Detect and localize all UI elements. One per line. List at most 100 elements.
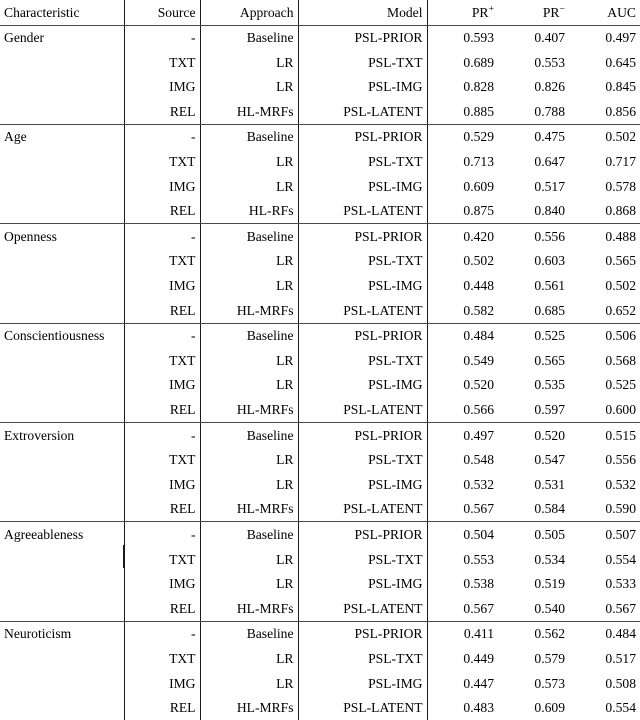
cell-pr-minus: 0.517 xyxy=(534,178,565,194)
cell-pr-minus: 0.609 xyxy=(534,700,565,716)
table-body: Gender - Baseline PSL-PRIOR 0.593 0.407 0.497 T… xyxy=(0,25,640,720)
cell-approach: Baseline xyxy=(200,25,299,51)
cell-pr-minus: 0.519 xyxy=(534,576,565,592)
cell-approach: LR xyxy=(200,348,299,373)
column-header-model: Model xyxy=(298,0,428,26)
cell-pr-minus: 0.565 xyxy=(534,352,565,368)
cell-auc: 0.845 xyxy=(605,79,636,95)
cell-approach: Baseline xyxy=(200,323,299,349)
cell-pr-plus: 0.532 xyxy=(463,476,494,492)
cell-auc: 0.506 xyxy=(605,328,636,344)
cell-pr-minus: 0.531 xyxy=(534,476,565,492)
cell-model: PSL-IMG xyxy=(298,472,428,497)
characteristic-spacer xyxy=(0,472,125,497)
table-row: Gender - Baseline PSL-PRIOR 0.593 0.407 0.497 xyxy=(0,25,640,51)
cell-source: REL xyxy=(124,99,201,125)
table-row: Neuroticism - Baseline PSL-PRIOR 0.411 0.562 0… xyxy=(0,621,640,647)
table-row: TXT LR PSL-TXT 0.713 0.647 0.717 xyxy=(0,149,640,175)
characteristic-label: Conscientiousness xyxy=(0,323,125,349)
column-header-auc: AUC xyxy=(569,0,640,26)
cell-pr-minus: 0.840 xyxy=(498,198,569,225)
table-row: TXT LR PSL-TXT 0.549 0.565 0.568 xyxy=(0,348,640,373)
cell-approach: LR xyxy=(200,149,299,175)
cell-source: REL xyxy=(124,596,201,622)
cell-model: PSL-IMG xyxy=(298,74,428,100)
cell-pr-minus: 0.561 xyxy=(534,278,565,294)
cell-pr-minus: 0.603 xyxy=(534,253,565,269)
cell-pr-plus: 0.448 xyxy=(463,278,494,294)
cell-pr-plus: 0.548 xyxy=(463,452,494,468)
cell-source: IMG xyxy=(124,74,201,100)
cell-model: PSL-LATENT xyxy=(298,298,428,324)
table-row: REL HL-MRFs PSL-LATENT 0.567 0.584 0.590 xyxy=(0,496,640,523)
cell-auc: 0.525 xyxy=(605,377,636,393)
cell-model: PSL-TXT xyxy=(298,348,428,373)
table-row: Extroversion - Baseline PSL-PRIOR 0.497 0.520… xyxy=(0,422,640,448)
cell-model: PSL-PRIOR xyxy=(298,521,428,548)
cell-pr-minus: 0.547 xyxy=(534,452,565,468)
column-header-approach: Approach xyxy=(200,0,299,26)
table-row: REL HL-MRFs PSL-LATENT 0.567 0.540 0.567 xyxy=(0,596,640,622)
cell-approach: HL-MRFs xyxy=(200,496,299,523)
results-table: Characteristic Source Approach Model PR+… xyxy=(0,0,640,720)
cell-pr-plus: 0.504 xyxy=(463,526,494,542)
cell-pr-plus: 0.549 xyxy=(463,352,494,368)
cell-source: TXT xyxy=(124,50,201,75)
cell-auc: 0.600 xyxy=(569,397,640,424)
cell-model: PSL-LATENT xyxy=(298,99,428,125)
cell-model: PSL-LATENT xyxy=(298,496,428,523)
cell-model: PSL-PRIOR xyxy=(298,124,428,150)
cell-approach: LR xyxy=(200,472,299,497)
cell-auc: 0.554 xyxy=(605,700,636,716)
cell-auc: 0.590 xyxy=(569,496,640,523)
cell-model: PSL-PRIOR xyxy=(298,223,428,249)
cell-model: PSL-TXT xyxy=(298,248,428,274)
characteristic-label: Agreeableness xyxy=(0,521,125,548)
cell-pr-minus: 0.540 xyxy=(498,596,569,622)
cell-auc: 0.578 xyxy=(605,178,636,194)
cell-source: TXT xyxy=(124,447,201,473)
characteristic-spacer xyxy=(0,348,125,373)
cell-source: REL xyxy=(124,496,201,523)
cell-approach: LR xyxy=(200,74,299,100)
header-row: Characteristic Source Approach Model PR+… xyxy=(0,0,640,26)
cell-source: IMG xyxy=(124,472,201,497)
cell-model: PSL-LATENT xyxy=(298,397,428,424)
cell-approach: HL-MRFs xyxy=(200,99,299,125)
cell-source: - xyxy=(124,521,201,548)
cell-approach: HL-MRFs xyxy=(200,596,299,622)
cell-approach: LR xyxy=(200,273,299,299)
cell-source: - xyxy=(124,422,201,448)
cell-auc: 0.645 xyxy=(605,54,636,70)
cell-auc: 0.556 xyxy=(605,452,636,468)
cell-approach: Baseline xyxy=(200,124,299,150)
cell-pr-plus: 0.875 xyxy=(427,198,498,225)
cell-approach: HL-MRFs xyxy=(200,397,299,424)
cell-model: PSL-IMG xyxy=(298,174,428,199)
cell-pr-plus: 0.566 xyxy=(427,397,498,424)
table-row: REL HL-MRFs PSL-LATENT 0.582 0.685 0.652 xyxy=(0,298,640,324)
characteristic-spacer xyxy=(0,671,125,696)
characteristic-spacer xyxy=(0,571,125,597)
cell-model: PSL-TXT xyxy=(298,50,428,75)
cell-pr-minus: 0.475 xyxy=(534,129,565,145)
characteristic-spacer xyxy=(0,372,125,398)
cell-pr-minus: 0.535 xyxy=(534,377,565,393)
cell-source: IMG xyxy=(124,273,201,299)
characteristic-label: Age xyxy=(0,124,125,150)
cell-pr-plus: 0.582 xyxy=(427,298,498,324)
cell-pr-plus: 0.420 xyxy=(463,228,494,244)
cell-pr-plus: 0.449 xyxy=(463,650,494,666)
table-row: IMG LR PSL-IMG 0.448 0.561 0.502 xyxy=(0,273,640,299)
cell-pr-plus: 0.411 xyxy=(463,626,494,642)
cell-auc: 0.502 xyxy=(605,278,636,294)
cell-pr-plus: 0.567 xyxy=(427,496,498,523)
characteristic-spacer xyxy=(0,646,125,672)
cell-source: REL xyxy=(124,397,201,424)
cell-source: - xyxy=(124,223,201,249)
table-row: IMG LR PSL-IMG 0.609 0.517 0.578 xyxy=(0,174,640,199)
characteristic-spacer xyxy=(0,248,125,274)
characteristic-label: Openness xyxy=(0,223,125,249)
cell-auc: 0.532 xyxy=(605,476,636,492)
cell-pr-minus: 0.579 xyxy=(534,650,565,666)
